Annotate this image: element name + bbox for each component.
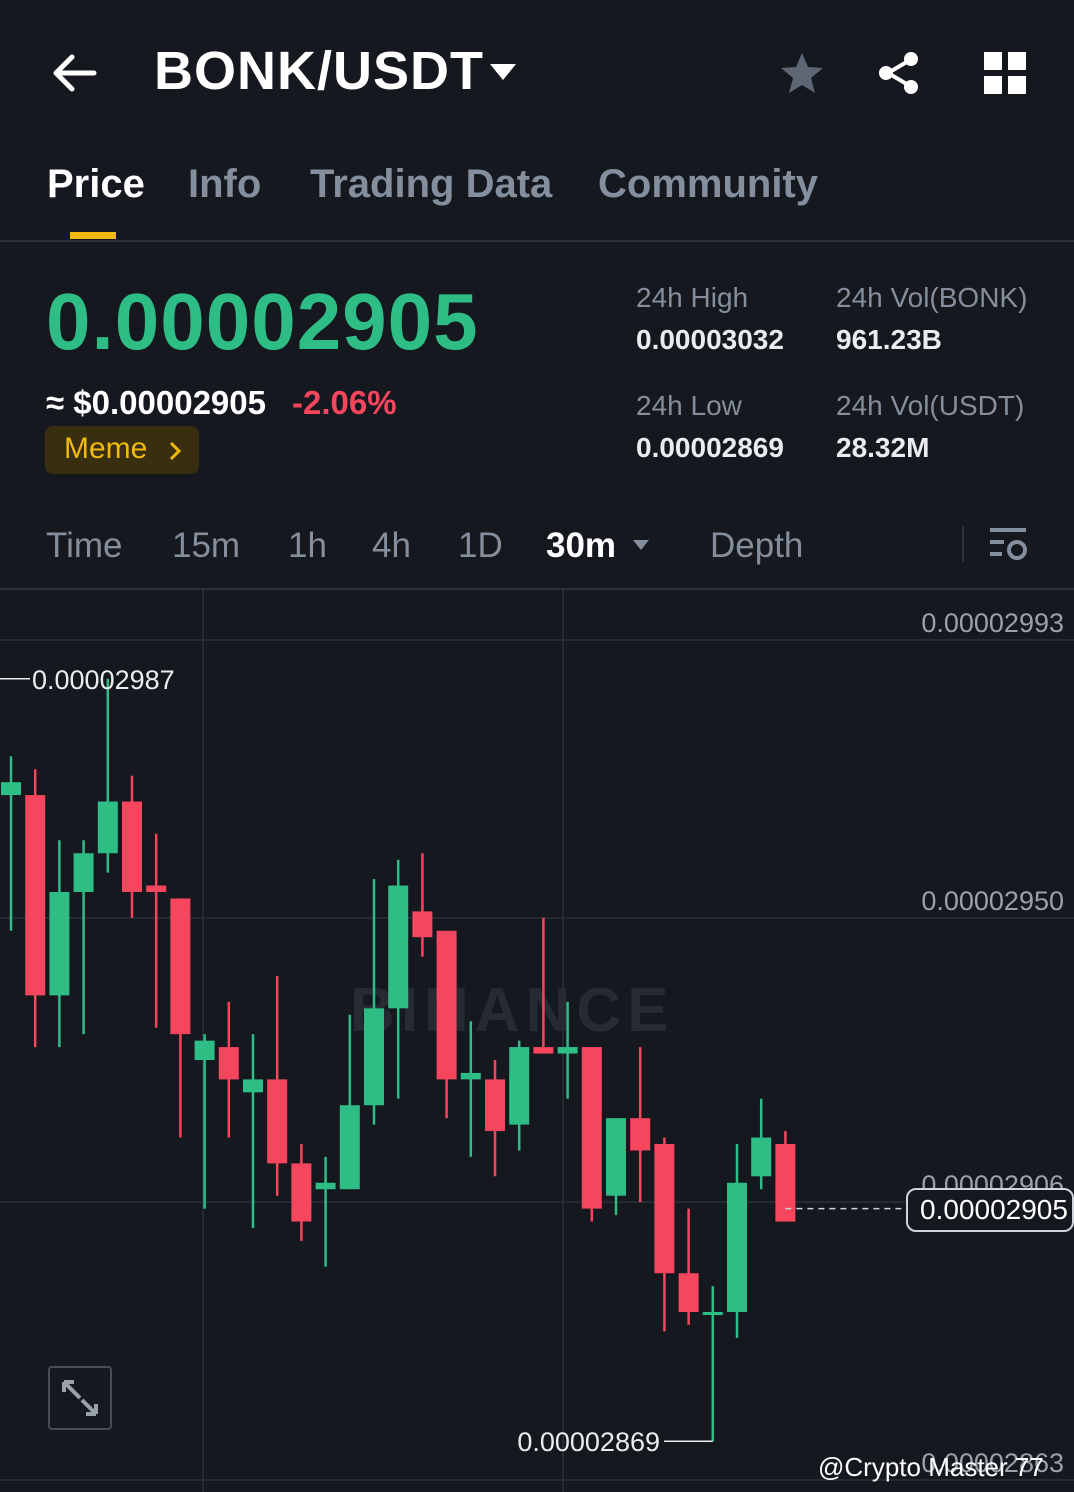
interval-time[interactable]: Time (46, 526, 122, 566)
active-tab-indicator (70, 232, 116, 239)
candle-body (460, 1072, 481, 1080)
last-price: 0.00002905 (46, 277, 479, 366)
candle-body (630, 1118, 651, 1151)
candle-body (146, 885, 167, 892)
stat-low-label: 24h Low (636, 390, 742, 421)
interval-15m[interactable]: 15m (172, 526, 240, 566)
candle-body (775, 1144, 796, 1222)
stat-vol-bonk-value: 961.23B (836, 324, 942, 355)
candle-body (509, 1047, 530, 1125)
candle-body (485, 1079, 505, 1132)
interval-depth[interactable]: Depth (710, 526, 803, 566)
interval-1h[interactable]: 1h (288, 526, 327, 566)
candle-body (49, 892, 70, 996)
share-icon[interactable] (876, 50, 922, 96)
current-price-label: 0.00002905 (920, 1194, 1068, 1225)
candle-body (727, 1182, 747, 1312)
interval-4h[interactable]: 4h (372, 526, 411, 566)
candle-body (533, 1047, 554, 1054)
min-price-marker: 0.00002869 (517, 1427, 660, 1457)
tab-community[interactable]: Community (598, 162, 818, 207)
chevron-right-icon (168, 438, 182, 469)
candle-body (678, 1273, 699, 1312)
price-change: -2.06% (292, 384, 397, 421)
candle-body (412, 911, 433, 938)
interval-caret-icon[interactable] (632, 538, 650, 550)
candle-body (97, 801, 118, 854)
candle-body (388, 885, 409, 1009)
star-icon[interactable] (778, 50, 826, 98)
candle-body (291, 1163, 312, 1222)
tab-trading-data[interactable]: Trading Data (310, 162, 552, 207)
meme-tag-label: Meme (64, 432, 148, 465)
candle-body (436, 930, 457, 1080)
watermark-credit: @Crypto Master 77 (818, 1452, 1044, 1482)
grid-icon[interactable] (984, 52, 1026, 94)
stat-low-value: 0.00002869 (636, 432, 784, 463)
candle-body (218, 1047, 239, 1080)
caret-down-icon[interactable] (488, 62, 518, 82)
candle-body (243, 1079, 263, 1093)
stat-vol-bonk-label: 24h Vol(BONK) (836, 282, 1028, 313)
tab-info[interactable]: Info (188, 162, 261, 207)
tabs-divider (0, 240, 1074, 242)
interval-separator (962, 526, 964, 562)
candle-body (1, 782, 21, 796)
candle-body (339, 1105, 360, 1190)
candle-body (702, 1312, 723, 1315)
stat-vol-usdt-value: 28.32M (836, 432, 930, 463)
candle-body (315, 1182, 336, 1190)
back-arrow-icon[interactable] (50, 48, 100, 98)
candle-body (170, 898, 191, 1035)
candle-body (73, 853, 94, 892)
candle-body (581, 1047, 602, 1209)
expand-chart-button[interactable] (48, 1366, 112, 1430)
chart-settings-icon[interactable] (988, 524, 1028, 564)
candle-body (194, 1040, 215, 1060)
candle-body (25, 795, 46, 996)
stat-high-label: 24h High (636, 282, 749, 313)
candle-body (751, 1137, 772, 1177)
stat-high-value: 0.00003032 (636, 324, 784, 355)
candle-body (364, 1008, 384, 1106)
y-axis-tick-label: 0.00002993 (921, 608, 1064, 638)
stat-vol-usdt-label: 24h Vol(USDT) (836, 390, 1025, 421)
tab-price[interactable]: Price (47, 162, 145, 207)
candle-body (267, 1079, 288, 1164)
interval-30m[interactable]: 30m (546, 526, 616, 566)
candlestick-chart[interactable]: 0.000029930.000029500.000029060.00002863… (0, 590, 1074, 1492)
candle-body (654, 1144, 675, 1274)
interval-1d[interactable]: 1D (458, 526, 503, 566)
pair-title[interactable]: BONK/USDT (154, 40, 484, 102)
candle-body (606, 1118, 626, 1196)
y-axis-tick-label: 0.00002950 (921, 886, 1064, 916)
usd-price: ≈ $0.00002905 (46, 384, 266, 421)
candle-body (557, 1047, 578, 1054)
max-price-marker: 0.00002987 (32, 665, 175, 695)
candle-body (122, 801, 142, 892)
